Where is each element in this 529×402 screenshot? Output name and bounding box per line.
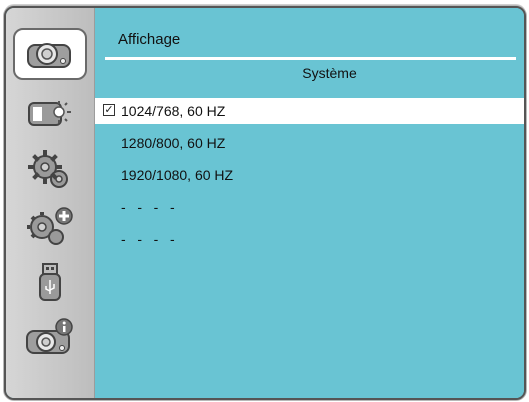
resolution-option-empty-1[interactable]: - - - - xyxy=(95,194,524,220)
sidebar-item-usb[interactable] xyxy=(13,256,87,308)
sidebar-item-advanced[interactable] xyxy=(13,200,87,252)
sidebar xyxy=(6,8,95,398)
resolution-option-1280x800[interactable]: 1280/800, 60 HZ xyxy=(95,130,524,156)
menu-content: Affichage Système ✓ 1024/768, 60 HZ 1280… xyxy=(95,8,524,398)
option-label: 1280/800, 60 HZ xyxy=(121,135,226,151)
projector-icon xyxy=(27,43,71,68)
sidebar-item-info[interactable] xyxy=(13,312,87,364)
section-header: Système xyxy=(302,65,357,81)
sidebar-item-display[interactable] xyxy=(13,28,87,80)
option-label: - - - - xyxy=(121,199,175,215)
projector-info-icon xyxy=(26,318,73,354)
usb-drive-icon xyxy=(39,263,61,301)
resolution-option-1024x768[interactable]: ✓ 1024/768, 60 HZ xyxy=(95,98,524,124)
sidebar-item-picture[interactable] xyxy=(13,88,87,140)
resolution-option-empty-2[interactable]: - - - - xyxy=(95,226,524,252)
sidebar-item-setup[interactable] xyxy=(13,144,87,196)
title-divider xyxy=(105,57,516,60)
osd-menu-window: Affichage Système ✓ 1024/768, 60 HZ 1280… xyxy=(4,6,526,400)
option-label: - - - - xyxy=(121,231,175,247)
gear-icon xyxy=(28,150,68,188)
resolution-option-1920x1080[interactable]: 1920/1080, 60 HZ xyxy=(95,162,524,188)
checkbox-checked-icon: ✓ xyxy=(103,104,115,116)
option-label: 1920/1080, 60 HZ xyxy=(121,167,234,183)
option-label: 1024/768, 60 HZ xyxy=(121,103,226,119)
gear-plus-icon xyxy=(27,207,73,245)
page-title: Affichage xyxy=(118,31,181,48)
display-brightness-icon xyxy=(28,101,71,126)
